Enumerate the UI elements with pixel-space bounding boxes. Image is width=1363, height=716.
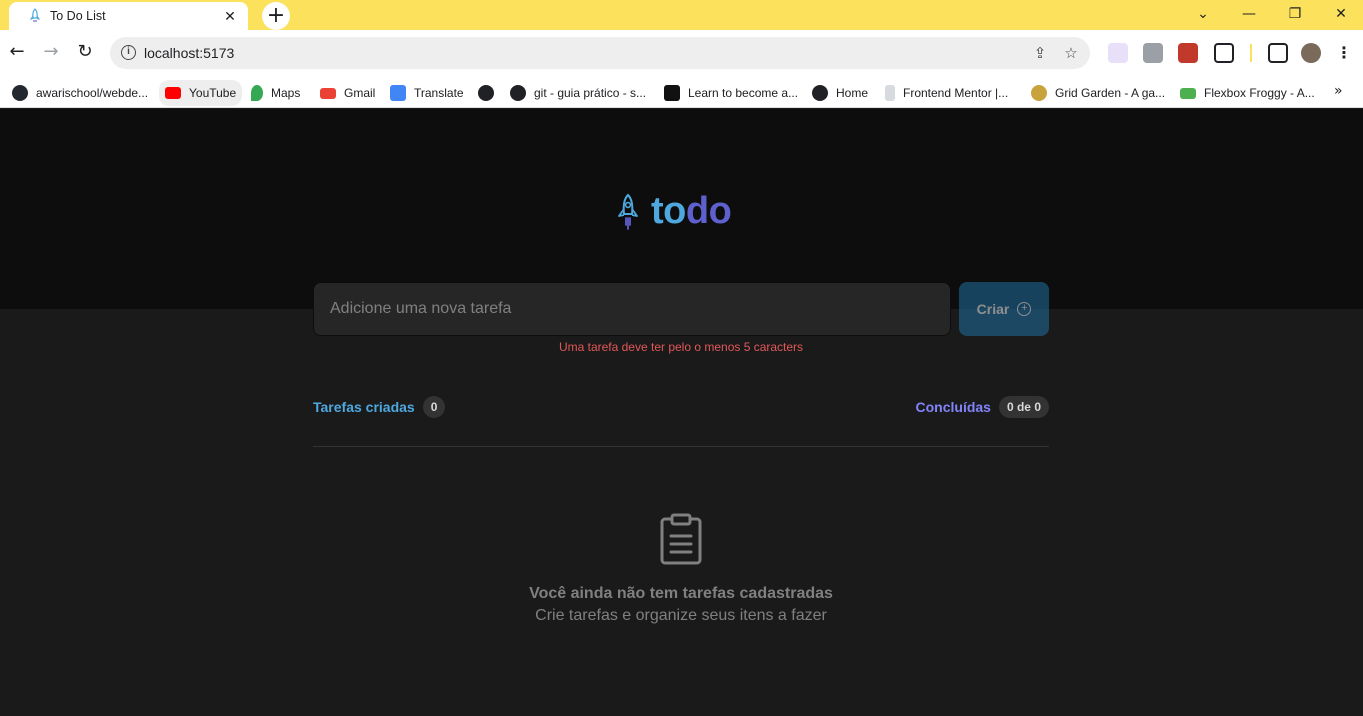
toolbar-divider xyxy=(1250,44,1252,62)
completed-tasks-badge: 0 de 0 xyxy=(998,396,1049,418)
globe-icon xyxy=(510,85,526,101)
created-tasks-badge: 0 xyxy=(422,396,446,418)
browser-toolbar: ← → ↻ i localhost:5173 ⇪ ☆ ⋮ xyxy=(0,30,1363,78)
browser-tab[interactable]: To Do List ✕ xyxy=(9,2,248,30)
new-task-input[interactable] xyxy=(313,282,951,336)
bookmark-label: Gmail xyxy=(344,86,376,100)
rocket-icon xyxy=(618,193,638,230)
bookmark-label: Home xyxy=(836,86,869,100)
browser-menu-icon[interactable]: ⋮ xyxy=(1336,42,1352,64)
url-text[interactable]: localhost:5173 xyxy=(144,45,234,61)
bookmark-label: git - guia prático - s... xyxy=(534,86,647,100)
bookmark-home[interactable]: Home xyxy=(812,78,868,108)
globe-icon xyxy=(812,85,828,101)
clipboard-icon xyxy=(660,513,702,565)
extensions-puzzle-icon[interactable] xyxy=(1214,43,1234,63)
side-panel-icon[interactable] xyxy=(1268,43,1288,63)
minimize-icon[interactable]: — xyxy=(1226,0,1272,30)
bookmark-label: Translate xyxy=(414,86,464,100)
rocket-favicon-icon xyxy=(29,8,41,22)
bookmark-grid-garden[interactable]: Grid Garden - A ga... xyxy=(1031,78,1165,108)
address-bar[interactable]: i localhost:5173 ⇪ ☆ xyxy=(110,37,1090,69)
share-icon[interactable]: ⇪ xyxy=(1030,43,1050,63)
validation-error: Uma tarefa deve ter pelo o menos 5 carac… xyxy=(558,340,804,354)
bookmark-star-icon[interactable]: ☆ xyxy=(1061,43,1081,63)
tab-strip: To Do List ✕ + ⌄ — ❐ ✕ xyxy=(0,0,1363,30)
bookmark-gmail[interactable]: Gmail xyxy=(320,78,375,108)
frontend-mentor-icon xyxy=(885,85,895,101)
bookmark-translate[interactable]: Translate xyxy=(390,78,464,108)
reload-icon[interactable]: ↻ xyxy=(72,39,98,65)
list-divider xyxy=(313,446,1049,447)
bookmark-label: Maps xyxy=(271,86,301,100)
create-button-label: Criar xyxy=(976,301,1010,317)
logo-text-to: to xyxy=(651,190,686,232)
completed-tasks-counter: Concluídas 0 de 0 xyxy=(915,396,1049,418)
completed-tasks-label: Concluídas xyxy=(915,399,991,415)
maps-icon xyxy=(251,85,263,101)
bookmark-youtube[interactable]: YouTube xyxy=(159,80,243,106)
empty-state-title: Você ainda não tem tarefas cadastradas xyxy=(529,585,833,602)
youtube-icon xyxy=(165,87,181,99)
bookmark-globe[interactable] xyxy=(478,78,494,108)
bookmark-label: Learn to become a... xyxy=(688,86,799,100)
back-icon[interactable]: ← xyxy=(4,39,30,65)
empty-state-subtitle: Crie tarefas e organize seus itens a faz… xyxy=(535,607,827,624)
close-window-icon[interactable]: ✕ xyxy=(1318,0,1363,30)
plus-circle-icon: + xyxy=(1017,302,1032,316)
bookmark-flexbox-froggy[interactable]: Flexbox Froggy - A... xyxy=(1180,78,1315,108)
github-icon xyxy=(12,85,28,101)
tab-title: To Do List xyxy=(50,9,106,23)
create-task-button[interactable]: Criar + xyxy=(959,282,1049,336)
created-tasks-label: Tarefas criadas xyxy=(313,399,415,415)
bookmark-maps[interactable]: Maps xyxy=(251,78,300,108)
bookmark-label: awarischool/webde... xyxy=(36,86,149,100)
flexbox-froggy-icon xyxy=(1180,87,1196,99)
new-tab-button[interactable]: + xyxy=(262,2,290,30)
restore-icon[interactable]: ❐ xyxy=(1272,0,1318,30)
extension-red-icon[interactable] xyxy=(1178,43,1198,63)
bookmarks-overflow-icon[interactable]: » xyxy=(1334,83,1343,99)
forward-icon[interactable]: → xyxy=(38,39,64,65)
bookmark-label: Grid Garden - A ga... xyxy=(1055,86,1166,100)
grid-garden-icon xyxy=(1031,85,1047,101)
logo-text-do: do xyxy=(685,190,732,232)
translate-icon xyxy=(390,85,406,101)
bookmark-label: YouTube xyxy=(189,86,237,100)
bookmark-git-guide[interactable]: git - guia prático - s... xyxy=(510,78,646,108)
extension-m-icon[interactable] xyxy=(1143,43,1163,63)
site-info-icon[interactable]: i xyxy=(121,45,136,60)
bookmark-label: Frontend Mentor |... xyxy=(903,86,1009,100)
bookmark-github[interactable]: awarischool/webde... xyxy=(12,78,148,108)
bookmark-label: Flexbox Froggy - A... xyxy=(1204,86,1315,100)
app-logo: todo xyxy=(615,190,732,233)
tab-close-icon[interactable]: ✕ xyxy=(221,7,239,25)
bookmark-frontend-mentor[interactable]: Frontend Mentor |... xyxy=(885,78,1008,108)
bookmarks-bar: awarischool/webde... YouTube Maps Gmail … xyxy=(0,78,1363,108)
roadmap-icon xyxy=(664,85,680,101)
tab-search-icon[interactable]: ⌄ xyxy=(1180,0,1226,30)
profile-avatar[interactable] xyxy=(1301,43,1321,63)
gmail-icon xyxy=(320,87,336,99)
bookmark-roadmap[interactable]: Learn to become a... xyxy=(664,78,798,108)
globe-icon xyxy=(478,85,494,101)
created-tasks-counter: Tarefas criadas 0 xyxy=(313,396,446,418)
extension-picker-icon[interactable] xyxy=(1108,43,1128,63)
